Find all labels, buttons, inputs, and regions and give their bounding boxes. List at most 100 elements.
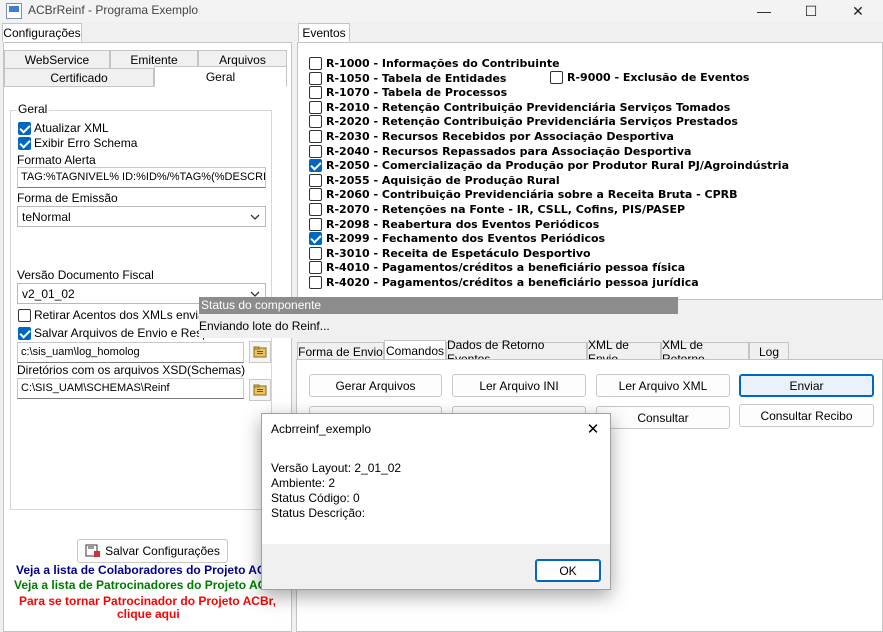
ok-button[interactable]: OK <box>535 559 601 582</box>
checkbox-unchecked-icon <box>309 203 322 216</box>
window-title: ACBrReinf - Programa Exemplo <box>28 3 199 17</box>
event-item[interactable]: R-2098 - Reabertura dos Eventos Periódic… <box>309 217 599 231</box>
event-label: R-2040 - Recursos Repassados para Associ… <box>326 144 692 158</box>
dialog-line-status-descricao: Status Descrição: <box>271 506 366 520</box>
event-item[interactable]: R-2020 - Retenção Contribuição Previdenc… <box>309 115 738 129</box>
select-value: v2_01_02 <box>22 287 75 301</box>
event-label: R-2060 - Contribuição Previdenciária sob… <box>326 188 738 202</box>
patrocinadores-link[interactable]: Veja a lista de Patrocinadores do Projet… <box>14 578 280 592</box>
dialog-body: Versão Layout: 2_01_02 Ambiente: 2 Statu… <box>262 444 610 544</box>
clique-aqui-link[interactable]: clique aqui <box>117 607 180 621</box>
close-button[interactable]: ✕ <box>835 0 881 22</box>
ler-arquivo-ini-button[interactable]: Ler Arquivo INI <box>452 374 586 397</box>
browse-xsd-button[interactable] <box>249 379 271 401</box>
checkbox-unchecked-icon <box>309 217 322 231</box>
log-path-input[interactable]: c:\sis_uam\log_homolog <box>17 342 244 363</box>
event-item[interactable]: R-1050 - Tabela de Entidades <box>309 71 506 85</box>
message-dialog: Acbrreinf_exemplo ✕ Versão Layout: 2_01_… <box>261 413 611 590</box>
tab-eventos[interactable]: Eventos <box>298 23 350 42</box>
event-item[interactable]: R-2010 - Retenção Contribuição Previdenc… <box>309 100 731 114</box>
event-item[interactable]: R-2050 - Comercialização da Produção por… <box>309 159 789 173</box>
checkbox-unchecked-icon <box>309 246 322 260</box>
tornar-patrocinador-link[interactable]: Para se tornar Patrocinador do Projeto A… <box>19 594 276 608</box>
event-label: R-2020 - Retenção Contribuição Previdenc… <box>326 115 738 129</box>
event-item[interactable]: R-3010 - Receita de Espetáculo Desportiv… <box>309 246 591 260</box>
checkbox-checked-icon <box>309 232 322 246</box>
close-icon[interactable]: ✕ <box>582 418 604 440</box>
exibir-erro-schema-checkbox[interactable]: Exibir Erro Schema <box>18 136 137 150</box>
event-label: R-2050 - Comercialização da Produção por… <box>326 159 789 173</box>
event-label: R-4010 - Pagamentos/créditos a beneficiá… <box>326 261 686 275</box>
event-item[interactable]: R-2030 - Recursos Recebidos por Associaç… <box>309 130 674 143</box>
event-item[interactable]: R-4020 - Pagamentos/créditos a beneficiá… <box>309 276 699 289</box>
checkbox-checked-icon <box>18 136 31 150</box>
colaboradores-link[interactable]: Veja a lista de Colaboradores do Projeto… <box>16 563 279 577</box>
checkbox-unchecked-icon <box>309 115 322 129</box>
save-config-button[interactable]: Salvar Configurações <box>77 539 228 563</box>
maximize-button[interactable]: ☐ <box>788 0 834 22</box>
enviar-button[interactable]: Enviar <box>739 374 874 397</box>
consultar-button[interactable]: Consultar <box>596 406 730 429</box>
tab-comandos[interactable]: Comandos <box>384 340 446 361</box>
event-item[interactable]: R-2099 - Fechamento dos Eventos Periódic… <box>309 232 605 246</box>
tab-label: Emitente <box>130 52 178 67</box>
checkbox-unchecked-icon <box>309 57 322 70</box>
event-label: R-9000 - Exclusão de Eventos <box>567 71 750 84</box>
tab-certificado[interactable]: Certificado <box>4 68 154 87</box>
checkbox-label: Exibir Erro Schema <box>34 136 138 150</box>
gerar-arquivos-button[interactable]: Gerar Arquivos <box>309 374 442 397</box>
browse-log-button[interactable] <box>249 341 271 363</box>
tab-label: Configurações <box>3 25 81 40</box>
tab-webservice[interactable]: WebService <box>4 50 110 69</box>
formato-alerta-input[interactable]: TAG:%TAGNIVEL% ID:%ID%/%TAG%(%DESCRI <box>17 167 266 188</box>
event-label: R-1070 - Tabela de Processos <box>326 86 508 100</box>
event-item[interactable]: R-1000 - Informações do Contribuinte <box>309 57 560 70</box>
checkbox-unchecked-icon <box>309 144 322 158</box>
formato-alerta-label: Formato Alerta <box>17 153 96 167</box>
forma-emissao-select[interactable]: teNormal <box>17 206 266 227</box>
xsd-label: Diretórios com os arquivos XSD(Schemas) <box>17 363 246 377</box>
dialog-line-versao: Versão Layout: 2_01_02 <box>271 461 402 475</box>
atualizar-xml-checkbox[interactable]: Atualizar XML <box>18 121 109 135</box>
title-bar: ACBrReinf - Programa Exemplo — ☐ ✕ <box>0 0 883 22</box>
checkbox-label: Retirar Acentos dos XMLs enviados <box>34 308 225 322</box>
checkbox-unchecked-icon <box>309 86 322 100</box>
checkbox-unchecked-icon <box>309 71 322 85</box>
dialog-title: Acbrreinf_exemplo <box>271 422 372 436</box>
tab-label: Geral <box>205 69 236 84</box>
checkbox-unchecked-icon <box>309 130 322 143</box>
checkbox-unchecked-icon <box>309 100 322 114</box>
event-item[interactable]: R-4010 - Pagamentos/créditos a beneficiá… <box>309 261 686 275</box>
tab-label: Log <box>758 344 780 359</box>
dialog-line-status-codigo: Status Código: 0 <box>271 491 360 505</box>
event-item[interactable]: R-2070 - Retenções na Fonte - IR, CSLL, … <box>309 203 685 216</box>
checkbox-unchecked-icon <box>309 188 322 202</box>
tab-label: Arquivos <box>219 52 266 67</box>
event-label: R-2055 - Aquisição de Produção Rural <box>326 173 560 187</box>
dialog-line-ambiente: Ambiente: 2 <box>271 476 336 490</box>
tab-geral[interactable]: Geral <box>154 66 287 87</box>
forma-emissao-label: Forma de Emissão <box>17 191 118 205</box>
retirar-acentos-checkbox[interactable]: Retirar Acentos dos XMLs enviados <box>18 308 224 322</box>
checkbox-unchecked-icon <box>550 71 563 84</box>
event-r9000[interactable]: R-9000 - Exclusão de Eventos <box>550 71 749 84</box>
event-label: R-2010 - Retenção Contribuição Previdenc… <box>326 100 731 114</box>
tab-label: Comandos <box>385 343 445 358</box>
button-label: Salvar Configurações <box>105 544 220 558</box>
tab-label: Eventos <box>302 25 346 40</box>
chevron-down-icon <box>250 214 260 220</box>
xsd-path-input[interactable]: C:\SIS_UAM\SCHEMAS\Reinf <box>17 378 244 399</box>
event-item[interactable]: R-2055 - Aquisição de Produção Rural <box>309 173 560 187</box>
minimize-button[interactable]: — <box>741 0 787 22</box>
tab-configuracoes[interactable]: Configurações <box>2 23 82 42</box>
consultar-recibo-button[interactable]: Consultar Recibo <box>739 404 874 427</box>
event-item[interactable]: R-1070 - Tabela de Processos <box>309 86 508 100</box>
event-label: R-1000 - Informações do Contribuinte <box>326 57 560 70</box>
event-item[interactable]: R-2060 - Contribuição Previdenciária sob… <box>309 188 738 202</box>
checkbox-checked-icon <box>18 326 31 340</box>
folder-icon <box>253 346 267 358</box>
tab-label: Forma de Envio <box>298 344 383 359</box>
event-item[interactable]: R-2040 - Recursos Repassados para Associ… <box>309 144 692 158</box>
checkbox-label: Atualizar XML <box>34 121 109 135</box>
ler-arquivo-xml-button[interactable]: Ler Arquivo XML <box>596 374 730 397</box>
